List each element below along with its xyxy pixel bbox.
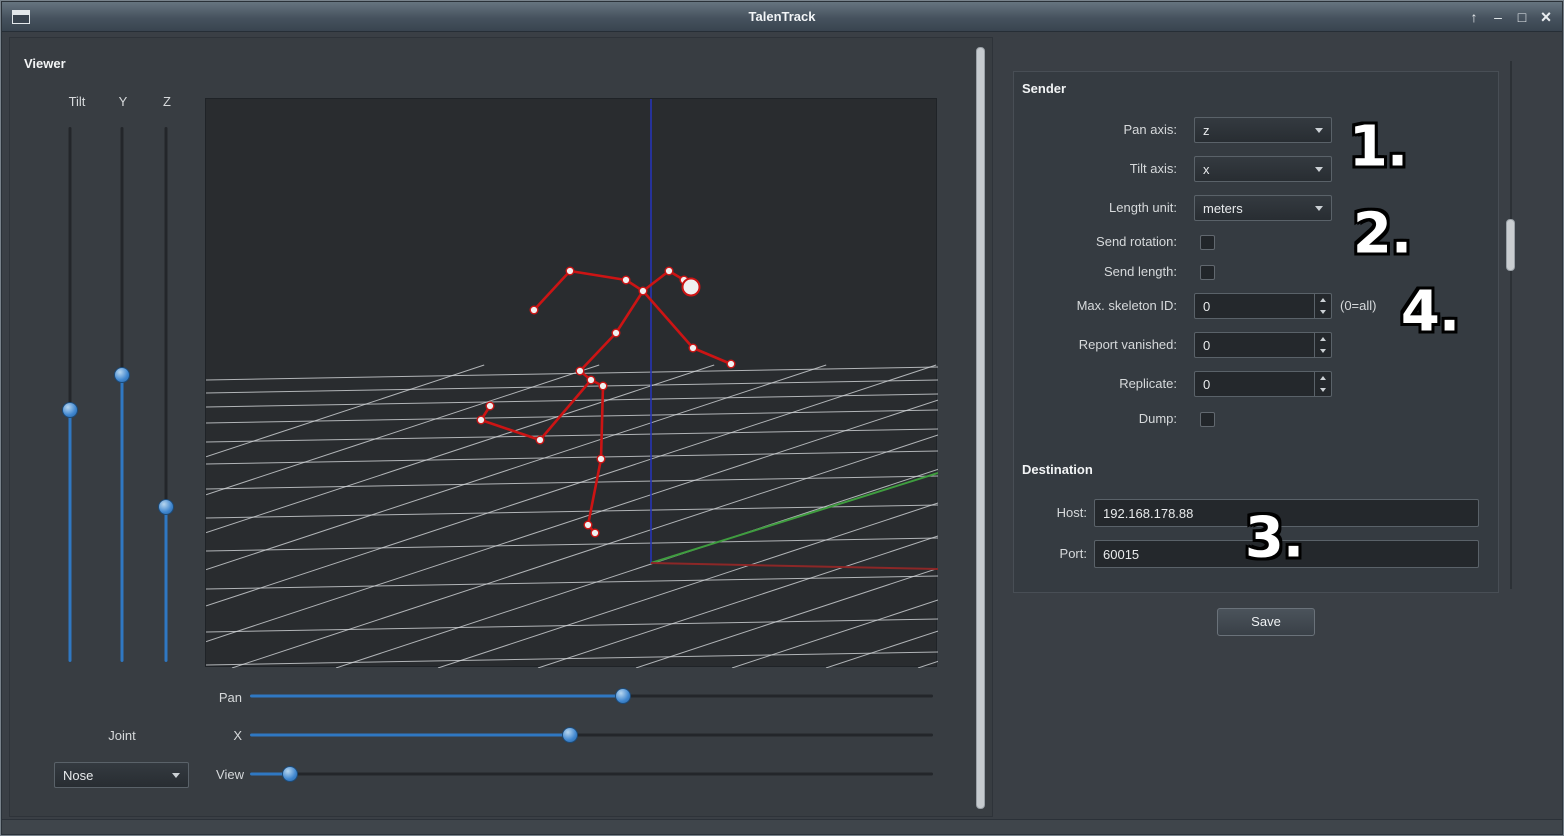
viewer-panel: Viewer Tilt Y Z Pan xyxy=(9,37,993,817)
pan-axis-value: z xyxy=(1203,123,1210,138)
view-slider-track[interactable] xyxy=(250,773,933,776)
window-bottom-frame xyxy=(2,819,1562,834)
port-label: Port: xyxy=(1014,545,1087,563)
sender-panel: Sender Pan axis: z Tilt axis: x Length u… xyxy=(1001,37,1557,817)
save-button[interactable]: Save xyxy=(1217,608,1315,636)
host-label: Host: xyxy=(1014,504,1087,522)
view-slider[interactable] xyxy=(250,766,933,782)
report-vanished-spinbox[interactable]: 0 xyxy=(1194,332,1332,358)
tilt-slider-label: Tilt xyxy=(57,93,97,111)
triangle-up-icon xyxy=(1320,337,1326,341)
annotation-3: 3. xyxy=(1245,506,1303,571)
pan-axis-label: Pan axis: xyxy=(1014,121,1177,139)
spin-down-button[interactable] xyxy=(1315,384,1331,396)
dump-checkbox[interactable] xyxy=(1200,412,1215,427)
joint-select[interactable]: Nose xyxy=(54,762,189,788)
chevron-down-icon xyxy=(172,773,180,778)
tilt-slider-handle[interactable] xyxy=(62,402,78,418)
sender-scrollbar-track[interactable] xyxy=(1510,61,1512,589)
spin-up-button[interactable] xyxy=(1315,372,1331,384)
spin-up-button[interactable] xyxy=(1315,333,1331,345)
send-length-checkbox[interactable] xyxy=(1200,265,1215,280)
tilt-axis-select[interactable]: x xyxy=(1194,156,1332,182)
max-skeleton-id-value: 0 xyxy=(1195,294,1314,318)
x-slider-label: X xyxy=(192,727,242,745)
view-slider-label: View xyxy=(184,766,244,784)
viewport-3d[interactable] xyxy=(205,98,937,667)
send-length-label: Send length: xyxy=(1014,263,1177,281)
replicate-value: 0 xyxy=(1195,372,1314,396)
report-vanished-value: 0 xyxy=(1195,333,1314,357)
x-slider[interactable] xyxy=(250,727,933,743)
pan-slider[interactable] xyxy=(250,688,933,704)
titlebar[interactable]: TalenTrack ↑ – □ × xyxy=(2,2,1562,32)
z-slider-label: Z xyxy=(147,93,187,111)
maximize-button[interactable]: □ xyxy=(1514,8,1530,26)
viewer-title: Viewer xyxy=(24,56,66,71)
spin-up-button[interactable] xyxy=(1315,294,1331,306)
pan-slider-handle[interactable] xyxy=(615,688,631,704)
x-slider-fill xyxy=(250,734,570,737)
pan-axis-select[interactable]: z xyxy=(1194,117,1332,143)
close-button[interactable]: × xyxy=(1538,8,1554,26)
y-slider[interactable] xyxy=(114,127,130,662)
annotation-1: 1. xyxy=(1349,115,1407,180)
report-vanished-label: Report vanished: xyxy=(1014,336,1177,354)
tilt-slider-fill xyxy=(69,410,72,662)
app-window: TalenTrack ↑ – □ × Viewer Tilt Y Z xyxy=(0,0,1564,836)
chevron-down-icon xyxy=(1315,167,1323,172)
z-slider-handle[interactable] xyxy=(158,499,174,515)
joint-select-value: Nose xyxy=(63,768,93,783)
send-rotation-checkbox[interactable] xyxy=(1200,235,1215,250)
annotation-4: 4. xyxy=(1401,280,1459,345)
max-skeleton-id-spinbox[interactable]: 0 xyxy=(1194,293,1332,319)
triangle-down-icon xyxy=(1320,310,1326,314)
z-slider[interactable] xyxy=(158,127,174,662)
minimize-button[interactable]: – xyxy=(1490,8,1506,26)
y-slider-handle[interactable] xyxy=(114,367,130,383)
dump-label: Dump: xyxy=(1014,410,1177,428)
triangle-down-icon xyxy=(1320,388,1326,392)
max-skeleton-id-hint: (0=all) xyxy=(1340,297,1377,315)
sender-title: Sender xyxy=(1022,81,1066,96)
pan-slider-fill xyxy=(250,695,623,698)
z-slider-fill xyxy=(165,507,168,662)
view-slider-handle[interactable] xyxy=(282,766,298,782)
y-slider-label: Y xyxy=(103,93,143,111)
annotation-2: 2. xyxy=(1353,202,1411,267)
max-skeleton-id-label: Max. skeleton ID: xyxy=(1014,297,1177,315)
replicate-label: Replicate: xyxy=(1014,375,1177,393)
rollup-button[interactable]: ↑ xyxy=(1466,8,1482,26)
spin-down-button[interactable] xyxy=(1315,345,1331,357)
triangle-down-icon xyxy=(1320,349,1326,353)
chevron-down-icon xyxy=(1315,206,1323,211)
viewer-scrollbar[interactable] xyxy=(976,47,985,809)
length-unit-value: meters xyxy=(1203,201,1243,216)
window-title: TalenTrack xyxy=(2,2,1562,32)
length-unit-select[interactable]: meters xyxy=(1194,195,1332,221)
tilt-axis-label: Tilt axis: xyxy=(1014,160,1177,178)
send-rotation-label: Send rotation: xyxy=(1014,233,1177,251)
x-slider-handle[interactable] xyxy=(562,727,578,743)
y-slider-fill xyxy=(121,375,124,662)
tilt-axis-value: x xyxy=(1203,162,1210,177)
spin-down-button[interactable] xyxy=(1315,306,1331,318)
replicate-spinbox[interactable]: 0 xyxy=(1194,371,1332,397)
chevron-down-icon xyxy=(1315,128,1323,133)
destination-title: Destination xyxy=(1022,462,1093,477)
triangle-up-icon xyxy=(1320,376,1326,380)
tilt-slider[interactable] xyxy=(62,127,78,662)
pan-slider-label: Pan xyxy=(192,689,242,707)
triangle-up-icon xyxy=(1320,298,1326,302)
sender-scrollbar-thumb[interactable] xyxy=(1506,219,1515,271)
skeleton-scene xyxy=(206,99,938,668)
length-unit-label: Length unit: xyxy=(1014,199,1177,217)
joint-label: Joint xyxy=(92,727,152,745)
